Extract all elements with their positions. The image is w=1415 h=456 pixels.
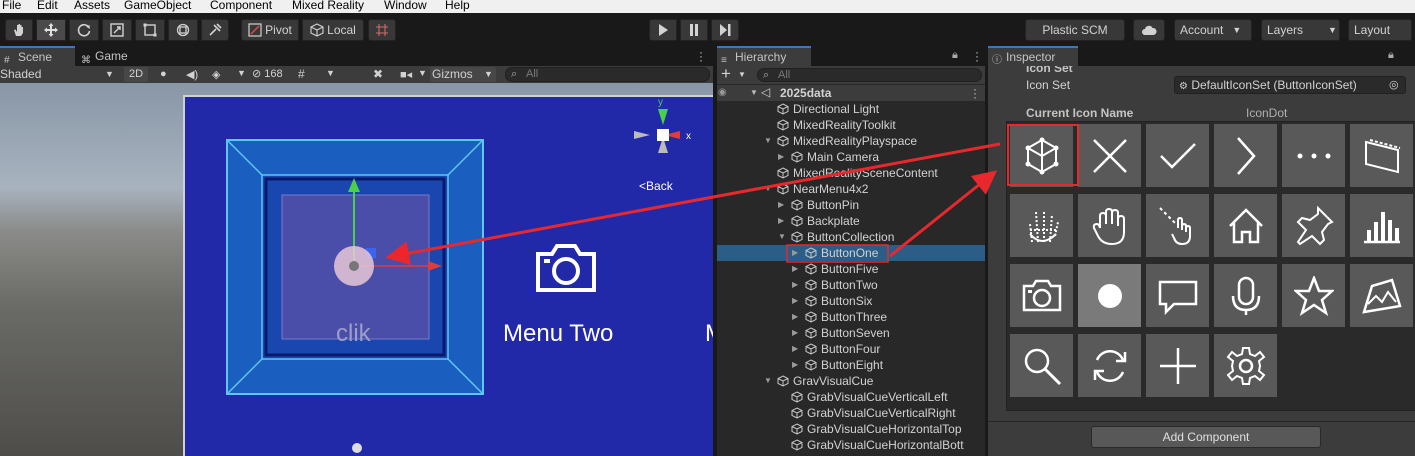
hierarchy-highlight-box (786, 244, 889, 263)
annotation-overlay (385, 124, 1079, 266)
arrow-to-icon (889, 170, 998, 258)
icon-highlight-box (1007, 124, 1079, 186)
